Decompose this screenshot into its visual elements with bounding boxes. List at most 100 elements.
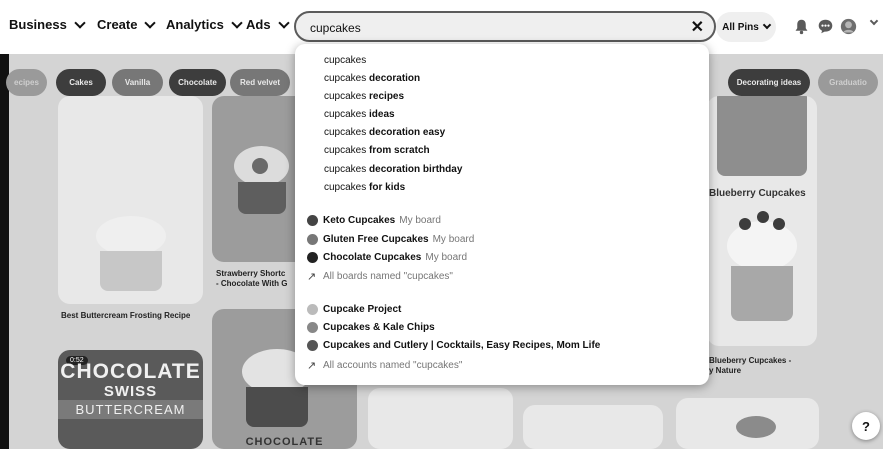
pastry xyxy=(736,416,776,438)
chip-chocolate[interactable]: Chocolate xyxy=(169,69,226,96)
board-name: Keto Cupcakes xyxy=(323,215,396,226)
chevron-down-icon xyxy=(144,16,157,29)
board-name: Gluten Free Cupcakes xyxy=(323,234,429,245)
board-result-chocolate[interactable]: Chocolate Cupcakes My board xyxy=(307,252,467,263)
nav-analytics[interactable]: Analytics xyxy=(166,16,243,32)
cupcake-liner xyxy=(246,387,308,427)
suggestion-item[interactable]: cupcakes from scratch xyxy=(324,145,430,156)
board-thumbnail-icon xyxy=(307,252,318,263)
account-name: Cupcakes and Cutlery | Cocktails, Easy R… xyxy=(323,340,601,351)
pin-caption-strawberry: Strawberry Shortc - Chocolate With G xyxy=(216,269,288,288)
all-boards-link[interactable]: ↗ All boards named "cupcakes" xyxy=(307,270,453,283)
overlay-line-3: BUTTERCREAM xyxy=(58,400,203,419)
search-scope-label: All Pins xyxy=(722,21,759,33)
suggestion-bold: decoration birthday xyxy=(369,164,463,175)
chip-red-velvet[interactable]: Red velvet xyxy=(230,69,290,96)
avatar[interactable] xyxy=(840,18,857,35)
board-name: Chocolate Cupcakes xyxy=(323,252,422,263)
account-result-cupcakes-kale-chips[interactable]: Cupcakes & Kale Chips xyxy=(307,322,435,333)
board-thumbnail-icon xyxy=(307,234,318,245)
bell-icon[interactable] xyxy=(793,18,810,35)
chat-icon[interactable] xyxy=(817,18,834,35)
all-accounts-link[interactable]: ↗ All accounts named "cupcakes" xyxy=(307,359,462,372)
suggestion-item[interactable]: cupcakes decoration birthday xyxy=(324,164,462,175)
blueberry xyxy=(739,218,751,230)
board-owner-label: My board xyxy=(425,252,468,263)
account-result-cupcake-project[interactable]: Cupcake Project xyxy=(307,304,401,315)
pin-buttercream-frosting[interactable] xyxy=(58,96,203,304)
all-accounts-label: All accounts named "cupcakes" xyxy=(323,360,463,371)
suggestion-text: cupcakes xyxy=(324,91,370,102)
pin-caption-buttercream: Best Buttercream Frosting Recipe xyxy=(61,311,191,320)
pin-caption-blueberry: Blueberry Cupcakes - y Nature xyxy=(709,356,792,375)
chip-decorating-ideas[interactable]: Decorating ideas xyxy=(728,69,810,96)
suggestion-bold: decoration easy xyxy=(369,127,446,138)
frosting-swirl xyxy=(96,216,166,256)
account-avatar-icon xyxy=(307,322,318,333)
suggestion-item[interactable]: cupcakes xyxy=(324,55,366,66)
suggestion-item[interactable]: cupcakes recipes xyxy=(324,91,404,102)
suggestion-item[interactable]: cupcakes decoration easy xyxy=(324,127,445,138)
cupcake-liner xyxy=(100,251,162,291)
board-thumbnail-icon xyxy=(307,215,318,226)
suggestion-text: cupcakes xyxy=(324,73,370,84)
search-bar: ✕ xyxy=(294,11,716,42)
nav-create[interactable]: Create xyxy=(97,16,157,32)
nav-create-label: Create xyxy=(97,17,138,32)
suggestion-item[interactable]: cupcakes for kids xyxy=(324,182,405,193)
pin-cupcake-row[interactable] xyxy=(523,405,663,449)
all-boards-label: All boards named "cupcakes" xyxy=(323,271,453,282)
suggestion-text: cupcakes xyxy=(324,182,370,193)
pin-overlay-title: Blueberry Cupcakes xyxy=(709,188,806,199)
suggestion-bold: decoration xyxy=(369,73,421,84)
frosting xyxy=(727,221,797,271)
nav-analytics-label: Analytics xyxy=(166,17,224,32)
nav-business[interactable]: Business xyxy=(9,16,86,32)
overlay-line-1: CHOCOLATE xyxy=(60,360,201,383)
nav-ads[interactable]: Ads xyxy=(246,16,290,32)
nav-ads-label: Ads xyxy=(246,17,271,32)
chip-cakes[interactable]: Cakes xyxy=(56,69,106,96)
suggestion-text: cupcakes xyxy=(324,164,370,175)
strawberry xyxy=(252,158,268,174)
chevron-down-icon xyxy=(762,20,772,30)
account-name: Cupcake Project xyxy=(323,304,402,315)
cupcake-liner xyxy=(238,182,286,214)
pin-cupcake-closeup[interactable] xyxy=(368,388,513,449)
chip-vanilla[interactable]: Vanilla xyxy=(112,69,163,96)
pin-cinnamon-roll[interactable] xyxy=(676,398,819,449)
chevron-down-icon xyxy=(74,16,86,29)
suggestion-item[interactable]: cupcakes decoration xyxy=(324,73,420,84)
suggestion-item[interactable]: cupcakes ideas xyxy=(324,109,395,120)
search-input[interactable] xyxy=(308,17,682,39)
suggestion-text: cupcakes xyxy=(324,109,370,120)
help-button[interactable]: ? xyxy=(852,412,880,440)
account-result-cupcakes-and-cutlery[interactable]: Cupcakes and Cutlery | Cocktails, Easy R… xyxy=(307,340,600,351)
account-menu-chevron-icon[interactable] xyxy=(869,16,879,26)
chevron-down-icon xyxy=(231,16,243,29)
board-owner-label: My board xyxy=(432,234,475,245)
suggestion-bold: recipes xyxy=(369,91,405,102)
suggestion-bold: from scratch xyxy=(369,145,430,156)
search-scope-dropdown[interactable]: All Pins xyxy=(716,12,776,42)
account-avatar-icon xyxy=(307,304,318,315)
suggestion-bold: ideas xyxy=(369,109,395,120)
account-name: Cupcakes & Kale Chips xyxy=(323,322,435,333)
blueberry xyxy=(773,218,785,230)
clear-search-icon[interactable]: ✕ xyxy=(691,17,704,37)
pin-chocolate-swiss-meringue[interactable]: 0:52 CHOCOLATE SWISS MERINGUE BUTTERCREA… xyxy=(58,350,203,449)
chip-recipes[interactable]: ecipes xyxy=(6,69,47,96)
arrow-up-right-icon: ↗ xyxy=(307,271,317,283)
chip-graduation[interactable]: Graduatio xyxy=(818,69,878,96)
suggestion-text: cupcakes xyxy=(324,145,370,156)
board-result-keto[interactable]: Keto Cupcakes My board xyxy=(307,215,441,226)
account-avatar-icon xyxy=(307,340,318,351)
blueberry xyxy=(757,211,769,223)
search-suggestions-dropdown: cupcakes cupcakes decoration cupcakes re… xyxy=(295,44,709,385)
cupcake-top xyxy=(717,96,807,176)
board-owner-label: My board xyxy=(399,215,441,226)
board-result-gluten-free[interactable]: Gluten Free Cupcakes My board xyxy=(307,234,474,245)
arrow-up-right-icon: ↗ xyxy=(307,360,317,372)
suggestion-text: cupcakes xyxy=(324,127,370,138)
pin-blueberry-cupcakes[interactable]: Blueberry Cupcakes xyxy=(707,96,817,346)
